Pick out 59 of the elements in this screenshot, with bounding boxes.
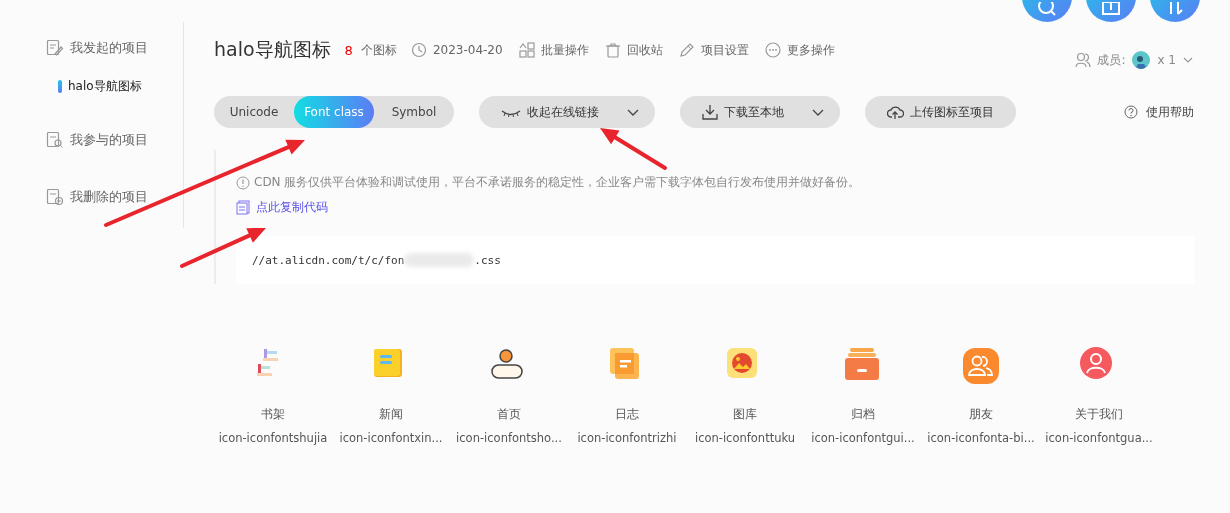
icon-count-label: 个图标 bbox=[360, 41, 397, 59]
icon-class-name: icon-iconfontgua... bbox=[1045, 431, 1153, 445]
add-icon bbox=[1101, 2, 1121, 16]
members-icon bbox=[1075, 52, 1092, 68]
copy-icon bbox=[236, 200, 250, 215]
document-delete-icon bbox=[46, 188, 64, 206]
project-title: halo导航图标 bbox=[214, 37, 331, 62]
icon-name: 首页 bbox=[497, 406, 521, 423]
icon-name: 朋友 bbox=[969, 406, 993, 423]
sidebar-item[interactable]: 我删除的项目 bbox=[70, 188, 148, 206]
icon-class-name: icon-iconfontrizhi bbox=[577, 431, 677, 445]
format-tab[interactable]: Unicode bbox=[214, 96, 294, 128]
more-icon bbox=[764, 42, 781, 58]
icon-class-name: icon-iconfontxin... bbox=[339, 431, 443, 445]
icon-class-name: icon-iconfontgui... bbox=[811, 431, 915, 445]
members-label: 成员: bbox=[1097, 51, 1126, 69]
icon-name: 新闻 bbox=[379, 406, 403, 423]
pencil-icon bbox=[678, 42, 695, 58]
document-search-icon bbox=[46, 131, 64, 149]
sidebar-item[interactable]: 我发起的项目 bbox=[70, 39, 148, 57]
icon-name: 日志 bbox=[615, 406, 639, 423]
icon-name: 关于我们 bbox=[1075, 406, 1123, 423]
icon-name: 归档 bbox=[851, 406, 875, 423]
date-text: 2023-04-20 bbox=[432, 43, 503, 57]
action-link[interactable]: 批量操作 bbox=[540, 41, 589, 59]
cloud-upload-icon bbox=[887, 104, 904, 120]
action-link[interactable]: 回收站 bbox=[626, 41, 663, 59]
clock-icon bbox=[410, 42, 427, 58]
member-count: x 1 bbox=[1157, 53, 1176, 67]
download-icon bbox=[702, 104, 718, 120]
sidebar-item[interactable]: 我参与的项目 bbox=[70, 131, 148, 149]
trash-icon bbox=[604, 42, 621, 58]
annotation-arrow bbox=[600, 128, 667, 170]
icon-class-name: icon-iconfonta-bi... bbox=[927, 431, 1035, 445]
grid-icon bbox=[518, 42, 535, 58]
icon-class-name: icon-iconfonttuku bbox=[694, 431, 796, 445]
help-icon bbox=[1124, 105, 1138, 119]
code-text: .css bbox=[474, 253, 501, 267]
project-item[interactable]: halo导航图标 bbox=[68, 78, 142, 95]
help-link[interactable]: 使用帮助 bbox=[1146, 103, 1194, 121]
icon-class-name: icon-iconfontsho... bbox=[456, 431, 562, 445]
friends-icon[interactable] bbox=[962, 347, 1000, 385]
format-tab[interactable]: Symbol bbox=[374, 96, 454, 128]
icon-class-name: icon-iconfontshujia bbox=[218, 431, 328, 445]
search-icon bbox=[1037, 2, 1057, 16]
icon-name: 图库 bbox=[733, 406, 757, 423]
code-text: //at.alicdn.com/t/c/fon bbox=[252, 253, 405, 267]
download-button[interactable]: 下载至本地 bbox=[680, 96, 840, 128]
icon-name: 书架 bbox=[261, 406, 285, 423]
notice-text: CDN 服务仅供平台体验和调试使用，平台不承诺服务的稳定性，企业客户需下载字体包自行发布使用并做好备份。 bbox=[254, 174, 861, 191]
cloud-upload-button[interactable]: 上传图标至项目 bbox=[865, 96, 1016, 128]
copy-code-link[interactable]: 点此复制代码 bbox=[236, 199, 328, 216]
icon-count: 8 bbox=[344, 42, 353, 58]
info-icon bbox=[236, 175, 250, 190]
avatar-icon bbox=[1131, 50, 1152, 70]
action-link[interactable]: 更多操作 bbox=[786, 41, 835, 59]
edit-document-icon bbox=[46, 39, 64, 57]
action-link[interactable]: 项目设置 bbox=[700, 41, 749, 59]
closed-eye-button[interactable]: 收起在线链接 bbox=[479, 96, 655, 128]
